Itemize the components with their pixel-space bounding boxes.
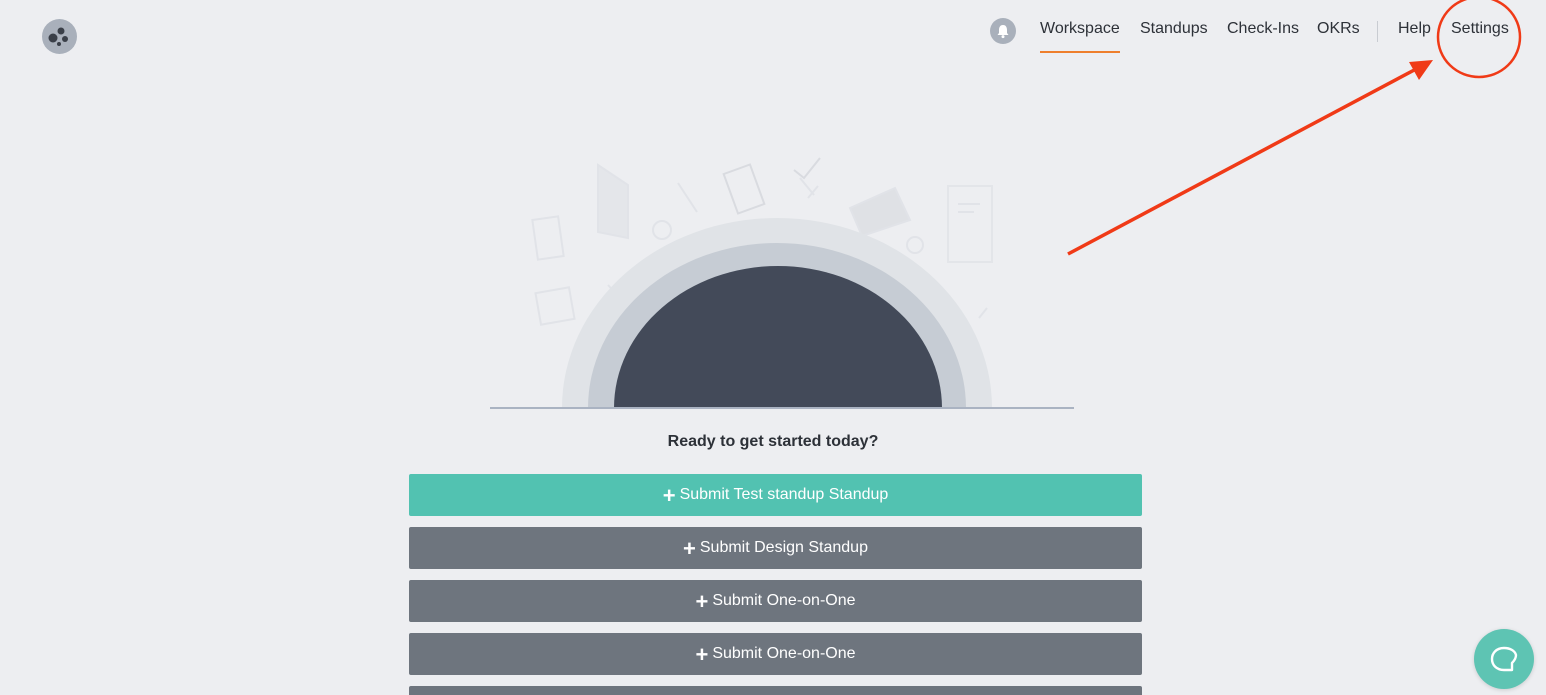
plus-icon: + [662,483,676,508]
nav-standups[interactable]: Standups [1140,20,1208,53]
submit-one-on-one-button-2[interactable]: + Submit One-on-One [409,633,1142,675]
nav-check-ins[interactable]: Check-Ins [1227,20,1299,53]
button-label: Submit One-on-One [712,592,856,609]
button-label: Submit Design Standup [699,539,868,556]
app-logo-icon[interactable] [42,19,77,54]
nav-help[interactable]: Help [1398,20,1431,53]
annotation-arrow-line [1067,66,1419,256]
workspace-page: Workspace Standups Check-Ins OKRs Help S… [0,0,1546,695]
button-label: Submit One-on-One [712,645,856,662]
submit-button-partial[interactable] [409,686,1142,695]
nav-divider [1377,21,1378,42]
plus-icon: + [695,589,709,614]
plus-icon: + [683,536,696,561]
bell-icon[interactable] [990,18,1016,44]
nav-workspace[interactable]: Workspace [1040,20,1120,53]
submit-one-on-one-button[interactable]: + Submit One-on-One [409,580,1142,622]
sunrise-illustration [490,157,1074,409]
nav-okrs[interactable]: OKRs [1317,20,1360,53]
submit-design-standup-button[interactable]: + Submit Design Standup [409,527,1142,569]
annotation-arrowhead [1409,60,1433,80]
nav-settings[interactable]: Settings [1451,20,1509,53]
ready-prompt: Ready to get started today? [667,433,879,450]
submit-test-standup-button[interactable]: + Submit Test standup Standup [409,474,1142,516]
chat-bubble-icon[interactable] [1474,629,1534,689]
button-label: Submit Test standup Standup [679,486,889,503]
plus-icon: + [695,642,709,667]
